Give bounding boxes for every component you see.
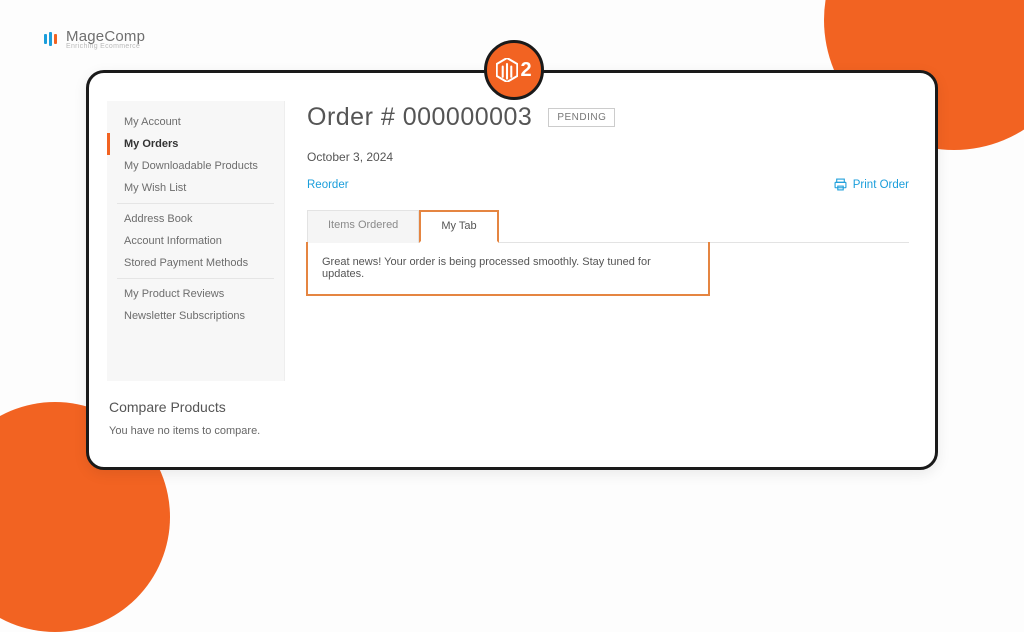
tab-items-ordered[interactable]: Items Ordered: [307, 210, 419, 243]
order-tabs: Items Ordered My Tab: [307, 209, 909, 243]
tab-panel-content: Great news! Your order is being processe…: [306, 242, 710, 296]
sidebar-item-downloadable[interactable]: My Downloadable Products: [107, 155, 284, 177]
brand-logo: MageComp Enriching Ecommerce: [44, 28, 145, 50]
brand-tagline: Enriching Ecommerce: [66, 43, 145, 50]
compare-empty-text: You have no items to compare.: [109, 425, 260, 437]
sidebar-item-wishlist[interactable]: My Wish List: [107, 177, 284, 199]
sidebar-item-my-account[interactable]: My Account: [107, 111, 284, 133]
sidebar-item-newsletter[interactable]: Newsletter Subscriptions: [107, 305, 284, 327]
badge-number: 2: [520, 59, 531, 82]
compare-products-block: Compare Products You have no items to co…: [109, 399, 260, 437]
account-sidebar: My Account My Orders My Downloadable Pro…: [107, 101, 285, 381]
sidebar-item-payment-methods[interactable]: Stored Payment Methods: [107, 252, 284, 274]
print-order-link[interactable]: Print Order: [834, 178, 909, 191]
order-main: Order # 000000003 PENDING October 3, 202…: [307, 101, 909, 467]
status-badge: PENDING: [548, 108, 615, 127]
compare-heading: Compare Products: [109, 399, 260, 415]
sidebar-item-reviews[interactable]: My Product Reviews: [107, 283, 284, 305]
sidebar-item-account-info[interactable]: Account Information: [107, 230, 284, 252]
order-date: October 3, 2024: [307, 150, 909, 164]
order-card: My Account My Orders My Downloadable Pro…: [86, 70, 938, 470]
magento2-badge: 2: [484, 40, 544, 100]
tab-my-tab[interactable]: My Tab: [419, 210, 498, 243]
order-title: Order # 000000003: [307, 103, 532, 132]
magento-hex-icon: [496, 58, 518, 82]
reorder-link[interactable]: Reorder: [307, 179, 349, 191]
brand-bars-icon: [44, 31, 60, 47]
print-order-label: Print Order: [853, 179, 909, 191]
sidebar-item-my-orders[interactable]: My Orders: [107, 133, 284, 155]
sidebar-item-address-book[interactable]: Address Book: [107, 208, 284, 230]
printer-icon: [834, 178, 847, 191]
